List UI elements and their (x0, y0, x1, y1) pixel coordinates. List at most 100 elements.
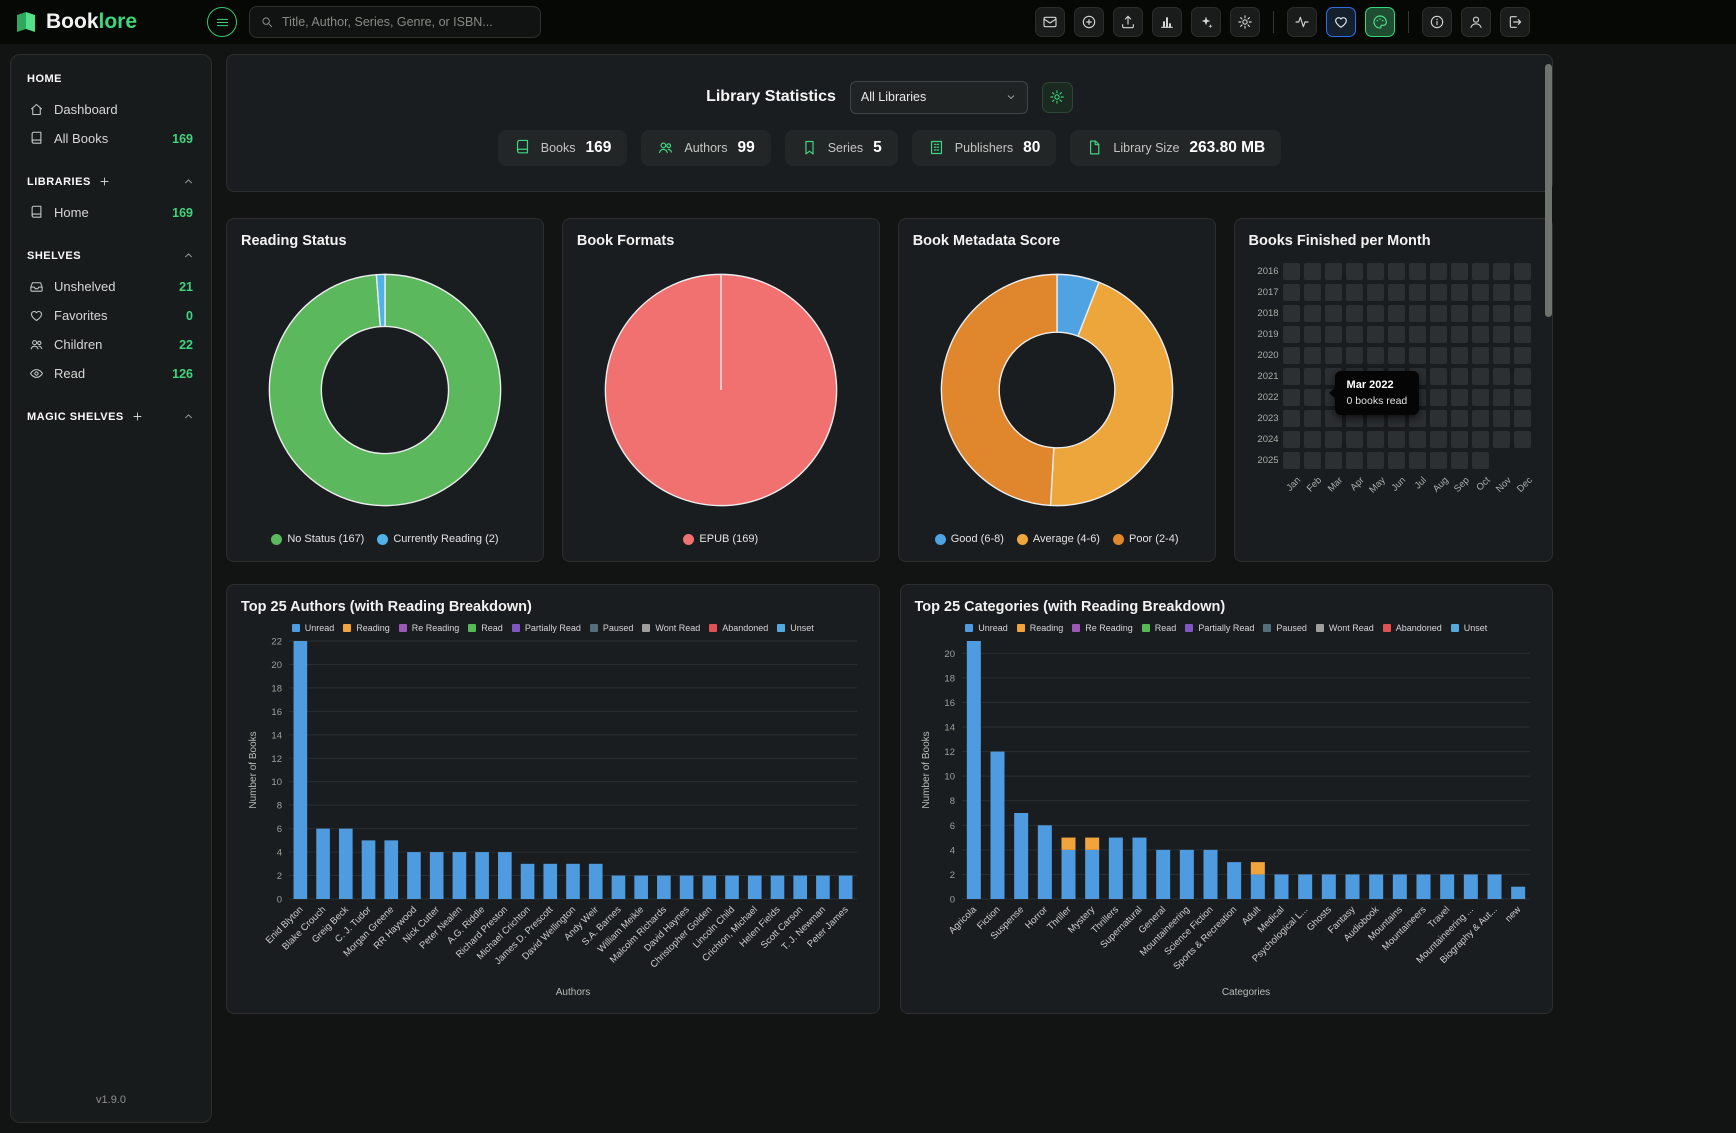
search-input[interactable] (282, 15, 530, 29)
heatmap-cell[interactable] (1493, 410, 1510, 427)
heatmap-cell[interactable] (1472, 263, 1489, 280)
upload-button[interactable] (1113, 7, 1143, 37)
heatmap-cell[interactable] (1514, 305, 1531, 322)
heatmap-cell[interactable] (1367, 347, 1384, 364)
sidebar-item-shelf-favorites[interactable]: Favorites0 (23, 301, 199, 330)
heatmap-cell[interactable] (1430, 410, 1447, 427)
heatmap-cell[interactable] (1325, 284, 1342, 301)
statistics-button[interactable] (1152, 7, 1182, 37)
heatmap-cell[interactable] (1388, 284, 1405, 301)
heatmap-cell[interactable] (1514, 347, 1531, 364)
heatmap-cell[interactable] (1283, 389, 1300, 406)
heatmap-cell[interactable] (1346, 284, 1363, 301)
search-box[interactable] (249, 6, 541, 38)
heatmap-cell[interactable] (1346, 347, 1363, 364)
heatmap-cell[interactable] (1346, 305, 1363, 322)
heatmap-cell[interactable] (1514, 368, 1531, 385)
heatmap-cell[interactable] (1304, 410, 1321, 427)
add-libraries-button[interactable] (98, 175, 111, 188)
heatmap-cell[interactable] (1451, 263, 1468, 280)
heatmap-cell[interactable] (1409, 326, 1426, 343)
heatmap-cell[interactable] (1514, 263, 1531, 280)
heatmap-cell[interactable] (1304, 305, 1321, 322)
inbox-button[interactable] (1035, 7, 1065, 37)
heatmap-cell[interactable] (1388, 347, 1405, 364)
magic-button[interactable] (1191, 7, 1221, 37)
heatmap-cell[interactable] (1472, 452, 1489, 469)
heatmap-cell[interactable] (1451, 431, 1468, 448)
heatmap-cell[interactable] (1367, 305, 1384, 322)
profile-button[interactable] (1461, 7, 1491, 37)
heatmap-cell[interactable] (1493, 305, 1510, 322)
heatmap-cell[interactable] (1388, 431, 1405, 448)
heatmap-cell[interactable] (1430, 431, 1447, 448)
metadata-score-chart[interactable] (913, 249, 1201, 531)
chevron-up-icon[interactable] (182, 249, 195, 262)
heatmap-cell[interactable] (1514, 326, 1531, 343)
heatmap-cell[interactable] (1304, 452, 1321, 469)
heatmap-cell[interactable] (1409, 431, 1426, 448)
heatmap-cell[interactable] (1367, 452, 1384, 469)
heatmap-cell[interactable] (1472, 410, 1489, 427)
heatmap-cell[interactable] (1451, 347, 1468, 364)
heatmap-cell[interactable] (1493, 263, 1510, 280)
theme-button[interactable] (1365, 7, 1395, 37)
heatmap-cell[interactable] (1304, 389, 1321, 406)
heatmap-cell[interactable] (1451, 389, 1468, 406)
sidebar-item-dashboard[interactable]: Dashboard (23, 95, 199, 124)
heatmap-cell[interactable] (1430, 368, 1447, 385)
heatmap-cell[interactable] (1409, 263, 1426, 280)
heatmap-cell[interactable] (1325, 431, 1342, 448)
heatmap-cell[interactable] (1283, 263, 1300, 280)
heatmap-cell[interactable] (1283, 410, 1300, 427)
heatmap-cell[interactable] (1304, 347, 1321, 364)
heatmap-cell[interactable] (1346, 452, 1363, 469)
heatmap-cell[interactable] (1430, 452, 1447, 469)
heatmap-cell[interactable] (1472, 326, 1489, 343)
heatmap-cell[interactable] (1367, 263, 1384, 280)
library-filter-select[interactable]: All Libraries (850, 81, 1028, 114)
heatmap-cell[interactable] (1304, 368, 1321, 385)
info-button[interactable] (1422, 7, 1452, 37)
heatmap-cell[interactable] (1325, 305, 1342, 322)
heatmap-cell[interactable] (1451, 410, 1468, 427)
heatmap-cell[interactable] (1514, 389, 1531, 406)
add-library-button[interactable] (1074, 7, 1104, 37)
menu-button[interactable] (207, 7, 237, 37)
heatmap-cell[interactable] (1514, 284, 1531, 301)
heatmap-cell[interactable] (1493, 284, 1510, 301)
heatmap-cell[interactable] (1430, 347, 1447, 364)
heatmap-cell[interactable] (1388, 326, 1405, 343)
heatmap-cell[interactable] (1430, 326, 1447, 343)
heatmap-cell[interactable] (1409, 284, 1426, 301)
heatmap-cell[interactable] (1409, 347, 1426, 364)
heatmap-cell[interactable] (1451, 284, 1468, 301)
heatmap-cell[interactable] (1283, 284, 1300, 301)
chevron-up-icon[interactable] (182, 410, 195, 423)
heatmap-cell[interactable] (1472, 368, 1489, 385)
heatmap-cell[interactable] (1304, 284, 1321, 301)
heatmap-cell[interactable] (1325, 347, 1342, 364)
heatmap-cell[interactable] (1346, 431, 1363, 448)
heatmap-cell[interactable] (1430, 305, 1447, 322)
chevron-up-icon[interactable] (182, 175, 195, 188)
sidebar-item-shelf-unshelved[interactable]: Unshelved21 (23, 272, 199, 301)
heatmap-cell[interactable] (1493, 347, 1510, 364)
sidebar-item-shelf-children[interactable]: Children22 (23, 330, 199, 359)
heatmap-cell[interactable] (1283, 452, 1300, 469)
heatmap-cell[interactable] (1472, 305, 1489, 322)
heatmap-cell[interactable] (1388, 263, 1405, 280)
heatmap-cell[interactable] (1304, 326, 1321, 343)
heatmap-cell[interactable] (1493, 326, 1510, 343)
heatmap-cell[interactable] (1346, 263, 1363, 280)
heatmap-cell[interactable] (1493, 368, 1510, 385)
heatmap-cell[interactable] (1514, 431, 1531, 448)
heatmap-cell[interactable] (1283, 431, 1300, 448)
heatmap-cell[interactable] (1283, 326, 1300, 343)
heatmap-cell[interactable] (1430, 284, 1447, 301)
stats-settings-button[interactable] (1042, 82, 1073, 113)
heatmap-cell[interactable] (1283, 368, 1300, 385)
heatmap-cell[interactable] (1451, 452, 1468, 469)
favorites-button[interactable] (1326, 7, 1356, 37)
sidebar-item-shelf-read[interactable]: Read126 (23, 359, 199, 388)
